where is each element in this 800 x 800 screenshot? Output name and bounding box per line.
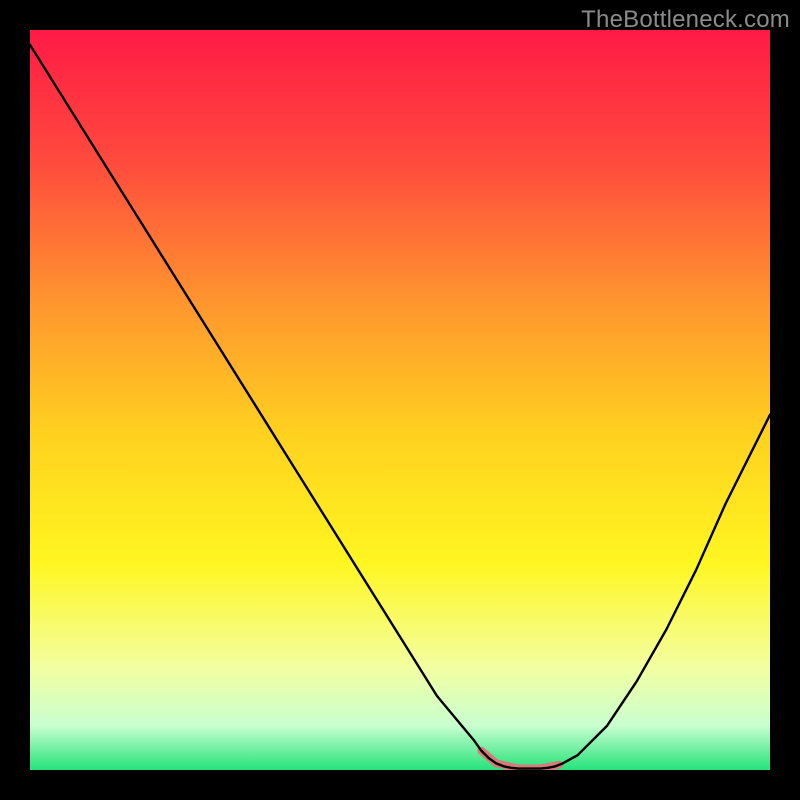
optimal-band-line	[481, 751, 559, 769]
bottleneck-curve-line	[30, 45, 770, 769]
plot-area	[30, 30, 770, 770]
watermark-text: TheBottleneck.com	[581, 6, 790, 34]
chart-stage: TheBottleneck.com	[0, 0, 800, 800]
curve-layer	[30, 30, 770, 770]
